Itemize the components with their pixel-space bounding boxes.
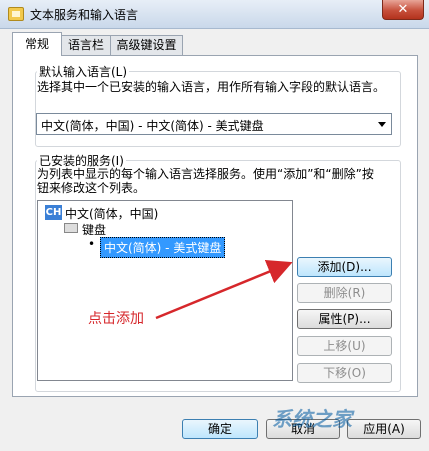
ok-button[interactable]: 确定 — [182, 419, 258, 439]
annotation-arrow — [155, 260, 293, 320]
watermark-logo: 系统之家 — [272, 407, 352, 431]
tab-general[interactable]: 常规 — [12, 32, 62, 56]
annotation-click-add: 点击添加 — [88, 311, 144, 327]
